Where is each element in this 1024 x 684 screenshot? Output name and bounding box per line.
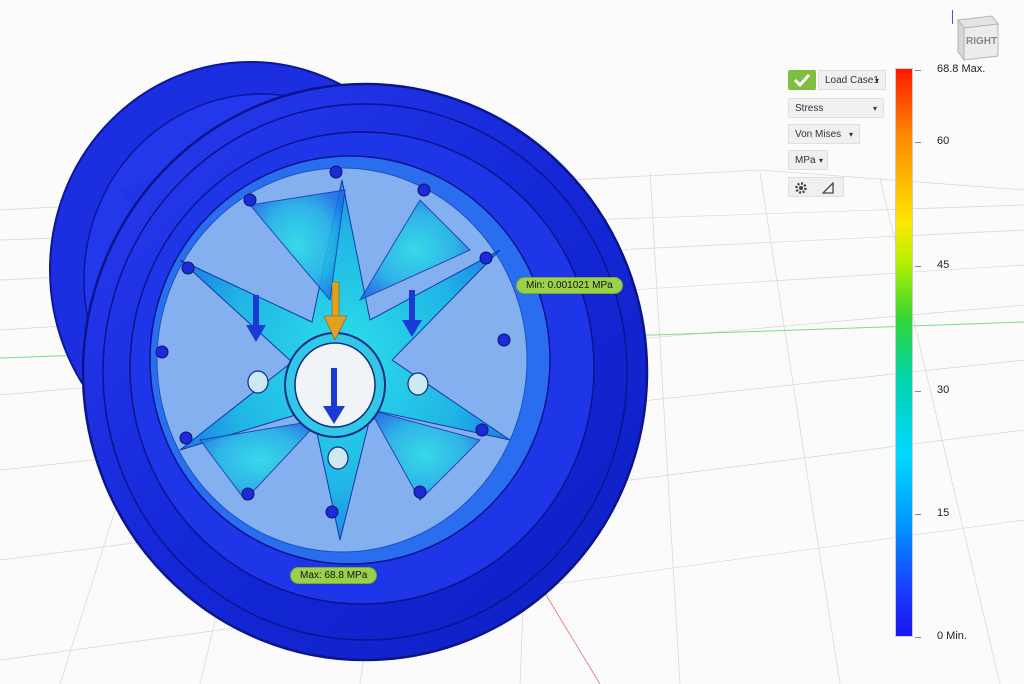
result-controls-panel: Load Case1 ▾ Stress ▾ Von Mises ▾ MPa ▾ bbox=[788, 68, 898, 208]
legend-settings-button[interactable] bbox=[788, 177, 844, 197]
result-toggle-button[interactable] bbox=[788, 70, 816, 90]
gear-icon bbox=[795, 182, 807, 194]
chevron-down-icon: ▾ bbox=[874, 76, 879, 85]
stress-component-label: Von Mises bbox=[795, 129, 842, 140]
view-cube[interactable]: RIGHT bbox=[951, 10, 1000, 62]
units-label: MPa bbox=[795, 155, 816, 166]
min-stress-callout[interactable]: Min: 0.001021 MPa bbox=[516, 277, 623, 294]
legend-max-label: 68.8 Max. bbox=[914, 63, 986, 75]
legend-tick-60: 60 bbox=[914, 135, 950, 147]
legend-tick-30: 30 bbox=[914, 384, 950, 396]
legend-min-label: 0 Min. bbox=[915, 630, 967, 642]
chevron-down-icon: ▾ bbox=[872, 104, 877, 113]
view-cube-face-label: RIGHT bbox=[966, 36, 998, 47]
load-case-label: Load Case1 bbox=[825, 75, 879, 86]
result-type-dropdown[interactable]: Stress ▾ bbox=[788, 98, 884, 118]
units-dropdown[interactable]: MPa ▾ bbox=[788, 150, 828, 170]
chevron-down-icon: ▾ bbox=[818, 156, 823, 165]
legend-tick-15: 15 bbox=[914, 507, 950, 519]
legend-tick-45: 45 bbox=[914, 259, 950, 271]
chevron-down-icon: ▾ bbox=[848, 130, 853, 139]
stress-color-legend bbox=[895, 68, 913, 637]
stress-component-dropdown[interactable]: Von Mises ▾ bbox=[788, 124, 860, 144]
check-icon bbox=[793, 73, 811, 88]
result-type-label: Stress bbox=[795, 103, 824, 114]
load-case-dropdown[interactable]: Load Case1 ▾ bbox=[818, 70, 886, 90]
max-stress-callout[interactable]: Max: 68.8 MPa bbox=[290, 567, 378, 584]
gradient-ramp-icon bbox=[822, 182, 834, 194]
